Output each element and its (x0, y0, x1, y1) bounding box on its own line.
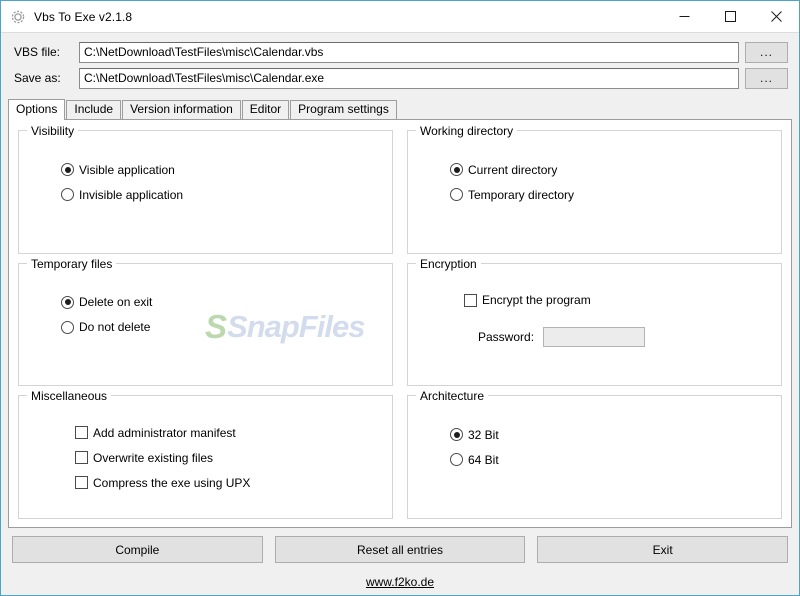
checkbox-compress-exe-using-upx-label: Compress the exe using UPX (93, 475, 251, 490)
temporary-files-group-title: Temporary files (27, 256, 117, 271)
temporary-files-group: Temporary files Delete on exit Do not de… (18, 256, 393, 387)
radio-current-directory-indicator (450, 163, 463, 176)
radio-delete-on-exit-label: Delete on exit (79, 295, 153, 310)
tab-include[interactable]: Include (66, 100, 122, 119)
vbs-file-input[interactable] (79, 41, 739, 63)
radio-do-not-delete-indicator (61, 320, 74, 334)
save-as-label: Save as: (14, 71, 61, 85)
options-right-column: Working directory Current directory Temp… (407, 124, 782, 520)
maximize-icon (724, 11, 736, 22)
radio-32-bit[interactable]: 32 Bit (450, 426, 771, 443)
checkbox-overwrite-existing-files[interactable]: Overwrite existing files (75, 449, 382, 466)
radio-temporary-directory[interactable]: Temporary directory (450, 186, 771, 203)
window-title: Vbs To Exe v2.1.8 (34, 9, 133, 24)
close-icon (770, 11, 782, 22)
radio-64-bit-label: 64 Bit (468, 452, 499, 467)
visibility-group: Visibility Visible application Invisible… (18, 124, 393, 254)
miscellaneous-options: Add administrator manifest Overwrite exi… (29, 412, 382, 491)
window-controls (661, 1, 799, 32)
checkbox-compress-exe-using-upx-indicator (75, 476, 88, 490)
vbs-file-label: VBS file: (14, 45, 61, 59)
compile-button[interactable]: Compile (12, 536, 263, 563)
tab-version-information[interactable]: Version information (122, 100, 241, 119)
radio-visible-application-label: Visible application (79, 162, 175, 177)
architecture-options: 32 Bit 64 Bit (418, 412, 771, 468)
minimize-button[interactable] (661, 1, 707, 32)
temporary-files-options: Delete on exit Do not delete (29, 280, 382, 336)
reset-all-entries-button[interactable]: Reset all entries (274, 536, 526, 563)
architecture-group-title: Architecture (416, 389, 489, 404)
checkbox-overwrite-existing-files-label: Overwrite existing files (93, 450, 214, 465)
radio-do-not-delete-label: Do not delete (79, 320, 151, 335)
visibility-group-title: Visibility (27, 124, 79, 138)
radio-invisible-application-indicator (61, 188, 74, 201)
checkbox-add-administrator-manifest-indicator (75, 426, 88, 440)
radio-delete-on-exit[interactable]: Delete on exit (61, 294, 382, 311)
checkbox-encrypt-the-program[interactable]: Encrypt the program (464, 292, 771, 309)
footer: www.f2ko.de (1, 569, 799, 595)
vbs-file-row: VBS file: ... (1, 41, 799, 63)
file-fields: VBS file: ... Save as: ... (1, 32, 799, 95)
radio-current-directory[interactable]: Current directory (450, 161, 771, 178)
radio-invisible-application[interactable]: Invisible application (61, 186, 382, 203)
tab-editor[interactable]: Editor (241, 100, 290, 119)
checkbox-add-administrator-manifest[interactable]: Add administrator manifest (75, 424, 382, 441)
password-input[interactable] (543, 326, 646, 347)
gear-icon (11, 10, 25, 23)
radio-delete-on-exit-indicator (61, 295, 74, 309)
options-grid: Visibility Visible application Invisible… (9, 120, 791, 527)
action-button-bar: Compile Reset all entries Exit (1, 528, 799, 569)
close-button[interactable] (753, 1, 799, 32)
working-directory-group: Working directory Current directory Temp… (407, 124, 782, 254)
radio-invisible-application-label: Invisible application (79, 187, 184, 202)
encryption-group-title: Encryption (416, 256, 481, 271)
radio-32-bit-label: 32 Bit (468, 427, 499, 442)
working-directory-group-title: Working directory (416, 124, 518, 138)
checkbox-encrypt-the-program-label: Encrypt the program (482, 293, 591, 308)
options-tab-panel: S SnapFiles Visibility Visible applicati… (8, 119, 792, 528)
minimize-icon (679, 16, 689, 17)
app-window: Vbs To Exe v2.1.8 VBS file: C:\NetDownlo… (0, 0, 800, 596)
password-label: Password: (478, 329, 535, 344)
tab-options[interactable]: Options (8, 99, 66, 120)
save-as-input[interactable] (79, 67, 739, 89)
radio-64-bit[interactable]: 64 Bit (450, 451, 771, 468)
vbs-file-browse-button[interactable]: ... (745, 41, 788, 63)
miscellaneous-group-title: Miscellaneous (27, 389, 112, 404)
radio-64-bit-indicator (450, 453, 463, 467)
tab-strip: Options Include Version information Edit… (8, 98, 799, 120)
save-as-browse-button[interactable]: ... (745, 67, 788, 89)
options-left-column: Visibility Visible application Invisible… (18, 124, 393, 520)
encryption-options: Encrypt the program Password: (418, 280, 771, 347)
checkbox-compress-exe-using-upx[interactable]: Compress the exe using UPX (75, 474, 382, 491)
working-directory-options: Current directory Temporary directory (418, 147, 771, 203)
password-row: Password: (464, 326, 771, 347)
save-as-row: Save as: ... (1, 67, 799, 89)
maximize-button[interactable] (707, 1, 753, 32)
visibility-options: Visible application Invisible applicatio… (29, 147, 382, 203)
checkbox-encrypt-the-program-indicator (464, 293, 477, 307)
radio-visible-application[interactable]: Visible application (61, 161, 382, 178)
radio-visible-application-indicator (61, 163, 74, 176)
radio-temporary-directory-indicator (450, 188, 463, 201)
miscellaneous-group: Miscellaneous Add administrator manifest… (18, 389, 393, 520)
radio-temporary-directory-label: Temporary directory (468, 187, 575, 202)
radio-do-not-delete[interactable]: Do not delete (61, 319, 382, 336)
title-bar: Vbs To Exe v2.1.8 (1, 1, 799, 32)
tab-program-settings[interactable]: Program settings (290, 100, 397, 119)
checkbox-add-administrator-manifest-label: Add administrator manifest (93, 425, 236, 440)
website-link[interactable]: www.f2ko.de (366, 575, 434, 589)
architecture-group: Architecture 32 Bit 64 Bit (407, 389, 782, 520)
exit-button[interactable]: Exit (537, 536, 789, 563)
radio-32-bit-indicator (450, 428, 463, 442)
radio-current-directory-label: Current directory (468, 162, 558, 177)
checkbox-overwrite-existing-files-indicator (75, 451, 88, 465)
encryption-group: Encryption Encrypt the program Password: (407, 256, 782, 387)
